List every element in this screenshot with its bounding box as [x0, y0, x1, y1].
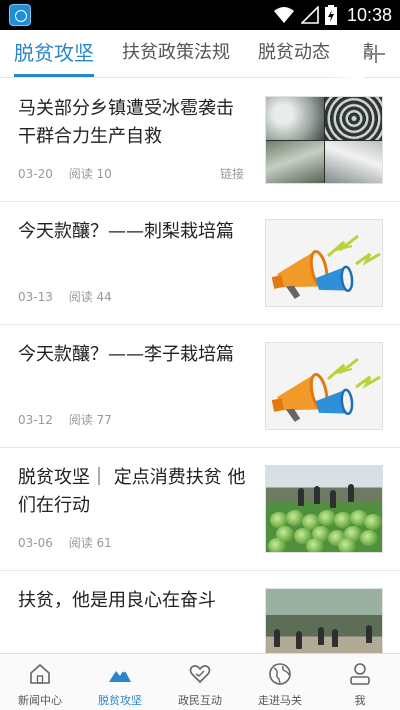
globe-icon [269, 663, 291, 685]
news-date: 03-06 [18, 536, 53, 550]
news-meta: 03-12 阅读 77 [18, 411, 124, 428]
wifi-icon [273, 7, 294, 23]
nav-label: 新闻中心 [18, 694, 62, 707]
megaphone-icon [271, 357, 381, 422]
status-icons: 10:38 [273, 0, 392, 30]
active-tab-indicator [14, 74, 94, 77]
signal-icon [300, 6, 319, 24]
news-title: 脱贫攻坚｜ 定点消费扶贫 他们在行动 [18, 467, 246, 516]
tab-news[interactable]: 脱贫动态 [258, 30, 330, 78]
news-item[interactable]: 扶贫，他是用良心在奋斗 [0, 571, 400, 653]
nav-about-maguan[interactable]: 走进马关 [240, 654, 320, 710]
news-list: 马关部分乡镇遭受冰雹袭击 干群合力生产自救 03-20 阅读 10 链接 今天款… [0, 79, 400, 653]
nav-news-center[interactable]: 新闻中心 [0, 654, 80, 710]
nav-label: 走进马关 [258, 694, 302, 707]
heart-hands-icon [189, 665, 211, 683]
nav-interaction[interactable]: 政民互动 [160, 654, 240, 710]
tab-fade [328, 30, 364, 78]
news-item[interactable]: 马关部分乡镇遭受冰雹袭击 干群合力生产自救 03-20 阅读 10 链接 [0, 79, 400, 202]
village-road-thumbnail [265, 588, 383, 653]
news-read-count: 阅读 77 [68, 413, 112, 427]
news-title: 今天款釀？——刺梨栽培篇 [18, 221, 234, 242]
news-meta: 03-13 阅读 44 [18, 288, 124, 305]
bottom-navigation: 新闻中心 脱贫攻坚 政民互动 走进马关 我 [0, 653, 400, 710]
app-notification-icon [9, 4, 31, 26]
news-read-count: 阅读 10 [68, 167, 112, 181]
megaphone-thumbnail [265, 342, 383, 430]
home-icon [30, 664, 50, 684]
nav-label: 政民互动 [178, 694, 222, 707]
nav-poverty-alleviation[interactable]: 脱贫攻坚 [80, 654, 160, 710]
news-title: 扶贫，他是用良心在奋斗 [18, 590, 216, 611]
cabbage-harvest-thumbnail [265, 465, 383, 553]
news-item[interactable]: 今天款釀？——李子栽培篇 03-12 阅读 77 [0, 325, 400, 448]
battery-icon [324, 5, 337, 25]
news-link-label[interactable]: 链接 [220, 165, 244, 182]
news-read-count: 阅读 61 [68, 536, 112, 550]
news-date: 03-13 [18, 290, 53, 304]
channel-tab-bar: 脱贫攻坚 扶贫政策法规 脱贫动态 精 [0, 30, 400, 78]
megaphone-icon [271, 234, 381, 299]
status-bar: 10:38 [0, 0, 400, 30]
nav-label: 脱贫攻坚 [98, 694, 142, 707]
news-date: 03-20 [18, 167, 53, 181]
news-read-count: 阅读 44 [68, 290, 112, 304]
person-icon [350, 663, 370, 685]
news-date: 03-12 [18, 413, 53, 427]
news-title: 今天款釀？——李子栽培篇 [18, 344, 234, 365]
megaphone-thumbnail [265, 219, 383, 307]
news-meta: 03-06 阅读 61 [18, 534, 124, 551]
tab-tuopin-gongjian[interactable]: 脱贫攻坚 [14, 30, 94, 78]
news-item[interactable]: 今天款釀？——刺梨栽培篇 03-13 阅读 44 [0, 202, 400, 325]
news-item[interactable]: 脱贫攻坚｜ 定点消费扶贫 他们在行动 03-06 阅读 61 [0, 448, 400, 571]
news-title: 马关部分乡镇遭受冰雹袭击 干群合力生产自救 [18, 98, 234, 147]
nav-me[interactable]: 我 [320, 654, 400, 710]
news-meta: 03-20 阅读 10 [18, 165, 124, 182]
nav-label: 我 [354, 694, 366, 707]
mountain-icon [109, 669, 131, 682]
hail-damage-thumbnail [265, 96, 383, 184]
add-channel-icon[interactable] [362, 40, 390, 68]
status-time: 10:38 [346, 4, 392, 25]
tab-policy[interactable]: 扶贫政策法规 [122, 30, 230, 78]
